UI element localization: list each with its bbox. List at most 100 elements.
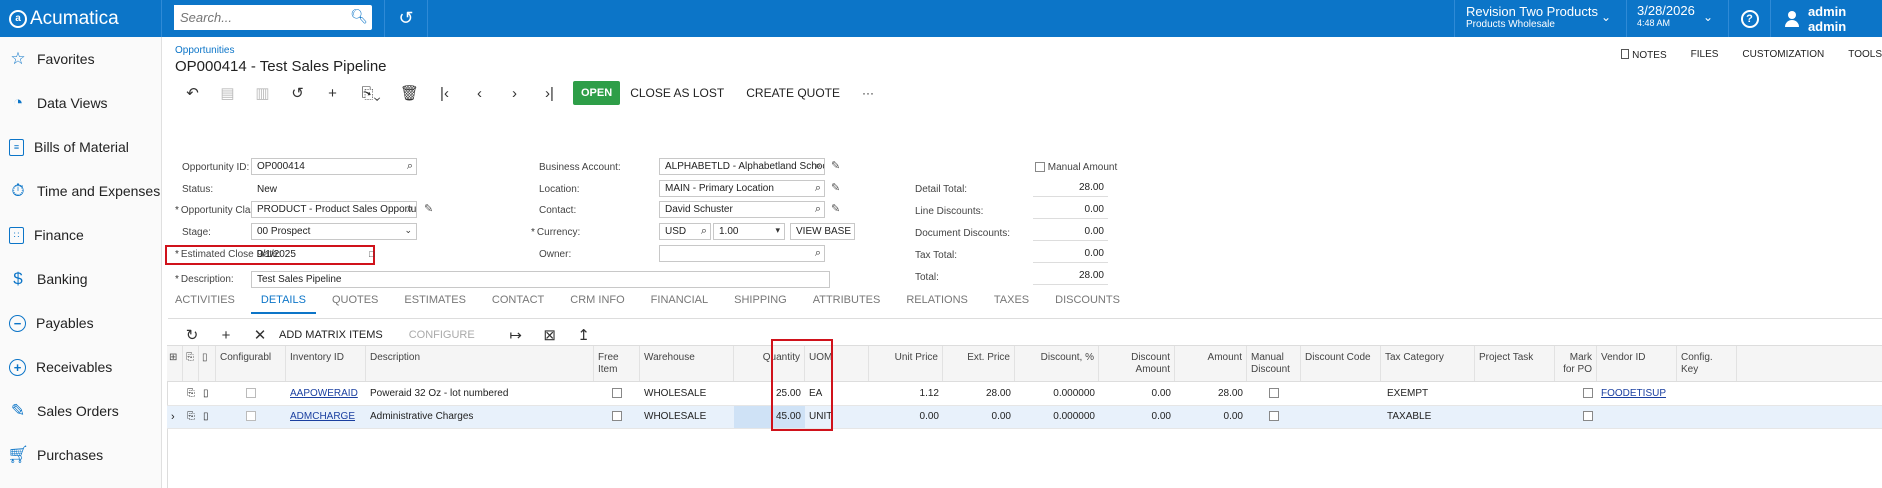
- business-account-field[interactable]: ALPHABETLD - Alphabetland School ⌕: [659, 158, 825, 175]
- tab-quotes[interactable]: QUOTES: [332, 294, 378, 314]
- tab-estimates[interactable]: ESTIMATES: [404, 294, 466, 314]
- checkbox-icon[interactable]: [1583, 388, 1593, 398]
- tab-shipping[interactable]: SHIPPING: [734, 294, 787, 314]
- description-cell[interactable]: Poweraid 32 Oz - lot numbered: [366, 383, 594, 405]
- checkbox-icon[interactable]: [612, 411, 622, 421]
- add-row-icon[interactable]: +: [209, 327, 243, 344]
- tools-link[interactable]: TOOLS: [1848, 49, 1882, 61]
- contact-field[interactable]: David Schuster ⌕: [659, 201, 825, 218]
- note-icon[interactable]: ▯: [199, 406, 216, 428]
- create-quote-button[interactable]: CREATE QUOTE: [746, 86, 840, 100]
- save-close-icon[interactable]: ▥: [245, 84, 280, 102]
- tab-crm-info[interactable]: CRM INFO: [570, 294, 624, 314]
- user-menu[interactable]: admin admin: [1770, 0, 1882, 37]
- tab-activities[interactable]: ACTIVITIES: [175, 294, 235, 314]
- free-item-checkbox[interactable]: [594, 406, 640, 428]
- column-inventory-id[interactable]: Inventory ID: [286, 346, 366, 381]
- next-record-icon[interactable]: ›: [497, 85, 532, 102]
- discount-amount-cell[interactable]: 0.00: [1099, 383, 1175, 405]
- delete-row-icon[interactable]: ✕: [243, 326, 277, 344]
- business-date-selector[interactable]: 3/28/2026 4:48 AM ⌄: [1626, 0, 1728, 37]
- sidebar-item-data-views[interactable]: ◔ Data Views: [0, 81, 161, 125]
- column-vendor-id[interactable]: Vendor ID: [1597, 346, 1677, 381]
- last-record-icon[interactable]: ›|: [532, 85, 567, 102]
- tab-discounts[interactable]: DISCOUNTS: [1055, 294, 1120, 314]
- checkbox-icon[interactable]: [1583, 411, 1593, 421]
- view-base-button[interactable]: VIEW BASE: [790, 223, 855, 240]
- owner-field[interactable]: ⌕: [659, 245, 825, 262]
- column-config-key[interactable]: Config. Key: [1677, 346, 1737, 381]
- column-discount-amount[interactable]: Discount Amount: [1099, 346, 1175, 381]
- discount-amount-cell[interactable]: 0.00: [1099, 406, 1175, 428]
- sidebar-item-sales-orders[interactable]: ✎︎ Sales Orders: [0, 389, 161, 433]
- checkbox-icon[interactable]: [1269, 411, 1279, 421]
- column-discount-pct[interactable]: Discount, %: [1015, 346, 1099, 381]
- unit-price-cell[interactable]: 1.12: [869, 383, 943, 405]
- column-unit-price[interactable]: Unit Price: [869, 346, 943, 381]
- calendar-icon[interactable]: □: [369, 249, 374, 259]
- discount-pct-cell[interactable]: 0.000000: [1015, 406, 1099, 428]
- column-tax-category[interactable]: Tax Category: [1381, 346, 1475, 381]
- inventory-id-link[interactable]: AAPOWERAID: [286, 383, 366, 405]
- open-button[interactable]: OPEN: [573, 81, 621, 105]
- description-cell[interactable]: Administrative Charges: [366, 406, 594, 428]
- fit-columns-icon[interactable]: ↦: [499, 326, 533, 344]
- edit-icon[interactable]: ✎︎: [831, 202, 840, 215]
- table-row[interactable]: ⎘ ▯ AAPOWERAID Poweraid 32 Oz - lot numb…: [167, 383, 1882, 406]
- mark-for-po-checkbox[interactable]: [1555, 406, 1597, 428]
- tab-contact[interactable]: CONTACT: [492, 294, 544, 314]
- search-icon[interactable]: ⌕: [701, 225, 707, 238]
- sidebar-item-bills-of-material[interactable]: ≡ Bills of Material: [0, 125, 161, 169]
- branch-selector[interactable]: Revision Two Products Products Wholesale…: [1454, 0, 1626, 37]
- search-icon[interactable]: ⌕: [815, 203, 821, 216]
- warehouse-cell[interactable]: WHOLESALE: [640, 383, 734, 405]
- copy-paste-icon[interactable]: ⎘⌄: [350, 85, 392, 102]
- search-icon[interactable]: ⌕: [815, 160, 821, 173]
- search-icon[interactable]: ⌕: [407, 160, 413, 173]
- sidebar-item-banking[interactable]: $ Banking: [0, 257, 161, 301]
- upload-icon[interactable]: ↥: [567, 326, 601, 344]
- amount-cell[interactable]: 28.00: [1175, 383, 1247, 405]
- search-icon[interactable]: ⌕: [407, 203, 413, 216]
- sidebar-item-favorites[interactable]: ☆ Favorites: [0, 37, 161, 81]
- warehouse-cell[interactable]: WHOLESALE: [640, 406, 734, 428]
- column-ext-price[interactable]: Ext. Price: [943, 346, 1015, 381]
- help-button[interactable]: ?: [1728, 0, 1770, 37]
- opportunity-class-field[interactable]: PRODUCT - Product Sales Opportunit ⌕: [251, 201, 417, 218]
- checkbox-icon[interactable]: [1035, 162, 1045, 172]
- checkbox-icon[interactable]: [1269, 388, 1279, 398]
- tab-financial[interactable]: FINANCIAL: [651, 294, 708, 314]
- export-excel-icon[interactable]: ⊠: [533, 326, 567, 344]
- manual-discount-checkbox[interactable]: [1247, 383, 1301, 405]
- inventory-id-link[interactable]: ADMCHARGE: [286, 406, 366, 428]
- configure-button[interactable]: CONFIGURE: [409, 329, 475, 341]
- estimated-close-date-field[interactable]: 9/1/2025: [257, 249, 296, 260]
- attachment-icon[interactable]: ⎘: [183, 383, 199, 405]
- customization-link[interactable]: CUSTOMIZATION: [1742, 49, 1824, 61]
- search-icon[interactable]: ⌕: [815, 182, 821, 195]
- row-selector-icon[interactable]: ›: [167, 406, 183, 428]
- add-matrix-items-button[interactable]: ADD MATRIX ITEMS: [279, 329, 383, 341]
- files-link[interactable]: FILES: [1691, 49, 1719, 61]
- column-chooser-icon[interactable]: ⊞: [167, 346, 183, 381]
- currency-rate-select[interactable]: 1.00 ▾: [713, 223, 785, 240]
- vendor-id-link[interactable]: FOODETISUP: [1597, 383, 1677, 405]
- table-row[interactable]: › ⎘ ▯ ADMCHARGE Administrative Charges W…: [167, 406, 1882, 429]
- sidebar-item-time-and-expenses[interactable]: ⏱︎ Time and Expenses: [0, 169, 161, 213]
- add-icon[interactable]: +: [315, 85, 350, 102]
- tab-taxes[interactable]: TAXES: [994, 294, 1029, 314]
- ext-price-cell[interactable]: 28.00: [943, 383, 1015, 405]
- recent-history-icon[interactable]: ↺: [384, 0, 428, 37]
- free-item-checkbox[interactable]: [594, 383, 640, 405]
- edit-icon[interactable]: ✎︎: [831, 159, 840, 172]
- edit-icon[interactable]: ✎︎: [831, 181, 840, 194]
- column-discount-code[interactable]: Discount Code: [1301, 346, 1381, 381]
- search-box[interactable]: 🔍︎: [174, 5, 372, 30]
- sidebar-item-payables[interactable]: − Payables: [0, 301, 161, 345]
- configurable-checkbox[interactable]: [216, 383, 286, 405]
- column-project-task[interactable]: Project Task: [1475, 346, 1555, 381]
- search-input[interactable]: [174, 5, 344, 30]
- discount-pct-cell[interactable]: 0.000000: [1015, 383, 1099, 405]
- opportunity-id-field[interactable]: OP000414 ⌕: [251, 158, 417, 175]
- app-logo[interactable]: a Acumatica: [0, 0, 162, 37]
